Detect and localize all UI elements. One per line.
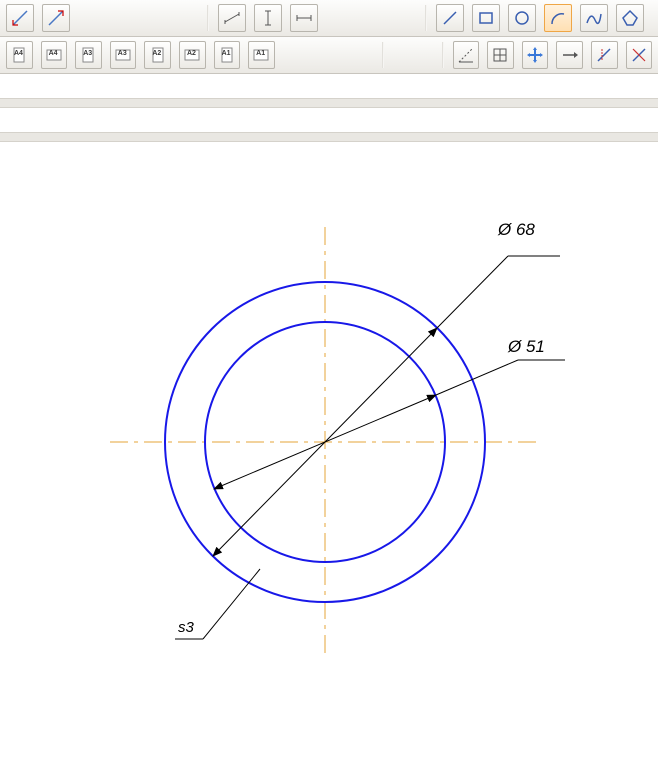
dimension-inner[interactable] <box>214 360 565 489</box>
toolbar-row-2: A4 A4 A3 A3 A2 A2 A1 A1 <box>0 37 658 74</box>
note-label: s3 <box>178 619 194 636</box>
ribbon-gap <box>0 74 658 98</box>
paper-label: A3 <box>83 50 92 57</box>
dim-outer-label: Ø 68 <box>498 220 535 240</box>
draw-arc-icon[interactable] <box>544 4 572 32</box>
trim-icon[interactable] <box>591 41 618 69</box>
paper-label: A2 <box>187 50 196 57</box>
draw-polygon-icon[interactable] <box>616 4 644 32</box>
header-area <box>0 108 658 132</box>
paper-a2-landscape[interactable]: A2 <box>179 41 206 69</box>
paper-label: A4 <box>49 50 58 57</box>
hatch-grid-icon[interactable] <box>487 41 514 69</box>
paper-a3-portrait[interactable]: A3 <box>75 41 102 69</box>
paper-a1-portrait[interactable]: A1 <box>214 41 241 69</box>
dim-vertical-icon[interactable] <box>254 4 282 32</box>
toolbar-row-1 <box>0 0 658 37</box>
dimension-outer[interactable] <box>213 256 560 556</box>
dim-inner-label: Ø 51 <box>508 337 545 357</box>
toolbar-separator <box>207 5 209 31</box>
band-separator <box>0 98 658 108</box>
paper-a4-landscape[interactable]: A4 <box>41 41 68 69</box>
move-icon[interactable] <box>522 41 549 69</box>
paper-a1-landscape[interactable]: A1 <box>248 41 275 69</box>
paper-a2-portrait[interactable]: A2 <box>144 41 171 69</box>
line-start-icon[interactable] <box>6 4 34 32</box>
toolbar-separator <box>382 42 384 68</box>
paper-label: A3 <box>118 50 127 57</box>
cut-diag-icon[interactable] <box>626 41 653 69</box>
toolbar-separator <box>425 5 427 31</box>
paper-label: A4 <box>14 50 23 57</box>
line-end-icon[interactable] <box>42 4 70 32</box>
hatch-angle-icon[interactable] <box>453 41 480 69</box>
drawing-canvas[interactable]: Ø 68 Ø 51 s3 <box>0 142 658 762</box>
paper-label: A1 <box>222 50 231 57</box>
draw-rect-icon[interactable] <box>472 4 500 32</box>
draw-line-icon[interactable] <box>436 4 464 32</box>
paper-label: A1 <box>256 50 265 57</box>
toolbar-separator <box>442 42 444 68</box>
paper-a4-portrait[interactable]: A4 <box>6 41 33 69</box>
draw-spline-icon[interactable] <box>580 4 608 32</box>
paper-label: A2 <box>152 50 161 57</box>
band-separator <box>0 132 658 142</box>
paper-a3-landscape[interactable]: A3 <box>110 41 137 69</box>
dim-axis-icon[interactable] <box>290 4 318 32</box>
extend-right-icon[interactable] <box>556 41 583 69</box>
draw-circle-icon[interactable] <box>508 4 536 32</box>
dim-horizontal-icon[interactable] <box>218 4 246 32</box>
